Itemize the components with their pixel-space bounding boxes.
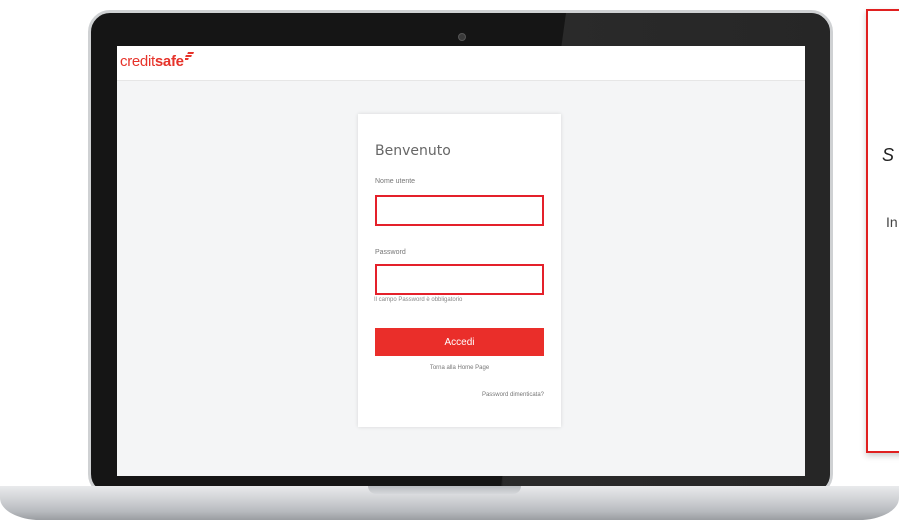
home-page-link[interactable]: Torna alla Home Page [358,365,561,371]
logo-text-bold: safe [154,53,184,70]
callout-heading: S [882,145,895,165]
logo-mark-icon [184,52,194,60]
login-button[interactable]: Accedi [375,328,544,356]
webcam-icon [458,33,466,41]
login-card: Benvenuto Nome utente Password Il campo … [358,114,561,427]
password-field-wrapper [375,264,544,295]
username-input[interactable] [377,197,542,224]
forgot-password-link[interactable]: Password dimenticata? [482,392,544,398]
laptop-base-notch [368,486,521,494]
side-callout-panel: S In [866,9,899,453]
password-error-message: Il campo Password è obbligatorio [374,297,463,303]
username-label: Nome utente [375,178,416,185]
logo-text-light: credit [120,53,155,70]
password-label: Password [375,249,406,256]
creditsafe-logo[interactable]: creditsafe [120,52,194,70]
password-input[interactable] [377,266,542,293]
username-field-wrapper [375,195,544,226]
header-bar: creditsafe [117,46,805,81]
callout-text: In [886,214,898,230]
page-title: Benvenuto [375,143,451,159]
laptop-screen: creditsafe Benvenuto Nome utente Passwor… [117,46,805,476]
